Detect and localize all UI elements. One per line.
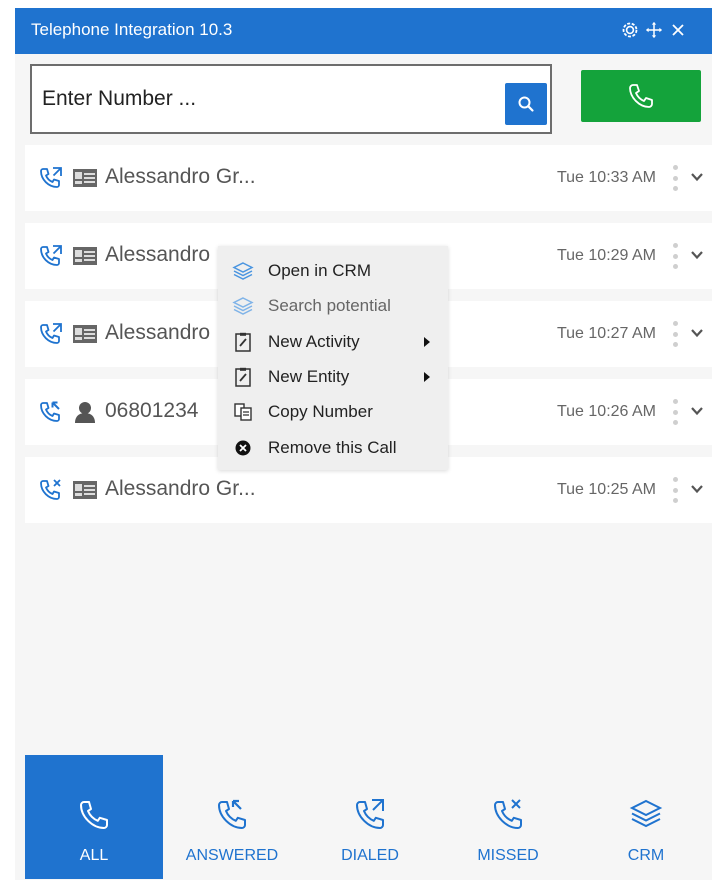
call-time: Tue 10:25 AM [556,481,656,498]
remove-icon [235,440,251,456]
chevron-down-icon[interactable] [690,404,704,418]
layers-icon [629,799,663,828]
move-icon[interactable] [643,18,665,42]
menu-item-remove-this-call[interactable]: Remove this Call [218,431,448,465]
call-time: Tue 10:29 AM [556,247,656,264]
crm-card-icon [73,247,97,265]
search-button[interactable] [505,83,547,125]
title-bar: Telephone Integration 10.3 [15,8,712,54]
more-options-icon[interactable] [668,474,682,506]
menu-item-new-entity[interactable]: New Entity [218,360,448,394]
tab-missed[interactable]: MISSED [439,755,577,879]
answered-icon [218,799,246,829]
menu-item-label: New Activity [268,332,360,351]
crm-card-icon [73,325,97,343]
menu-item-label: Copy Number [268,402,373,421]
menu-item-new-activity[interactable]: New Activity [218,325,448,359]
more-options-icon[interactable] [668,240,682,272]
caller-name: Alessandro [105,321,211,344]
tab-crm[interactable]: CRM [577,755,712,879]
crm-card-icon [73,481,97,499]
dialed-call-icon [40,323,62,344]
tab-label: CRM [627,847,665,864]
menu-item-label: Search potential [268,296,391,315]
more-options-icon[interactable] [668,396,682,428]
layers-icon [232,297,254,315]
menu-item-label: Open in CRM [268,261,371,280]
phone-icon [629,84,653,108]
dialed-icon [356,799,384,829]
unknown-person-icon [75,402,95,423]
number-input-box [30,64,552,134]
phone-icon [80,801,108,829]
dialed-call-icon [40,167,62,188]
more-options-icon[interactable] [668,162,682,194]
tab-label: DIALED [341,847,399,864]
caller-name: 06801234 [105,399,199,422]
menu-item-open-in-crm[interactable]: Open in CRM [218,254,448,288]
layers-icon [232,262,254,280]
chevron-down-icon[interactable] [690,170,704,184]
caller-name: Alessandro Gr... [105,165,256,188]
answered-call-icon [40,401,60,422]
tab-label: MISSED [477,847,539,864]
more-options-icon[interactable] [668,318,682,350]
call-row[interactable]: Alessandro Gr... Tue 10:33 AM [25,145,712,211]
menu-item-label: Remove this Call [268,438,397,457]
chevron-down-icon[interactable] [690,482,704,496]
bottom-nav: ALL ANSWERED DIALED MISSED CRM [25,755,712,879]
tab-dialed[interactable]: DIALED [301,755,439,879]
caller-name: Alessandro [105,243,211,266]
submenu-arrow-icon [424,372,430,382]
menu-item-search-potential[interactable]: Search potential [218,289,448,323]
chevron-down-icon[interactable] [690,248,704,262]
tab-label: ANSWERED [185,847,279,864]
chevron-down-icon[interactable] [690,326,704,340]
tab-all[interactable]: ALL [25,755,163,879]
missed-call-icon [40,479,61,500]
menu-item-copy-number[interactable]: Copy Number [218,395,448,429]
call-time: Tue 10:26 AM [556,403,656,420]
caller-name: Alessandro Gr... [105,477,256,500]
close-icon[interactable] [667,18,689,42]
tab-label: ALL [79,847,109,864]
copy-icon [234,403,252,421]
submenu-arrow-icon [424,337,430,347]
crm-card-icon [73,169,97,187]
call-time: Tue 10:33 AM [556,169,656,186]
clipboard-icon [235,332,251,352]
settings-icon[interactable] [619,18,641,42]
window-title: Telephone Integration 10.3 [31,20,233,39]
number-input[interactable] [42,66,482,132]
call-time: Tue 10:27 AM [556,325,656,342]
clipboard-icon [235,367,251,387]
dialed-call-icon [40,245,62,266]
tab-answered[interactable]: ANSWERED [163,755,301,879]
menu-item-label: New Entity [268,367,350,386]
context-menu: Open in CRM Search potential New Activit… [218,246,448,470]
missed-icon [494,799,522,829]
search-icon [518,96,534,112]
call-button[interactable] [581,70,701,122]
